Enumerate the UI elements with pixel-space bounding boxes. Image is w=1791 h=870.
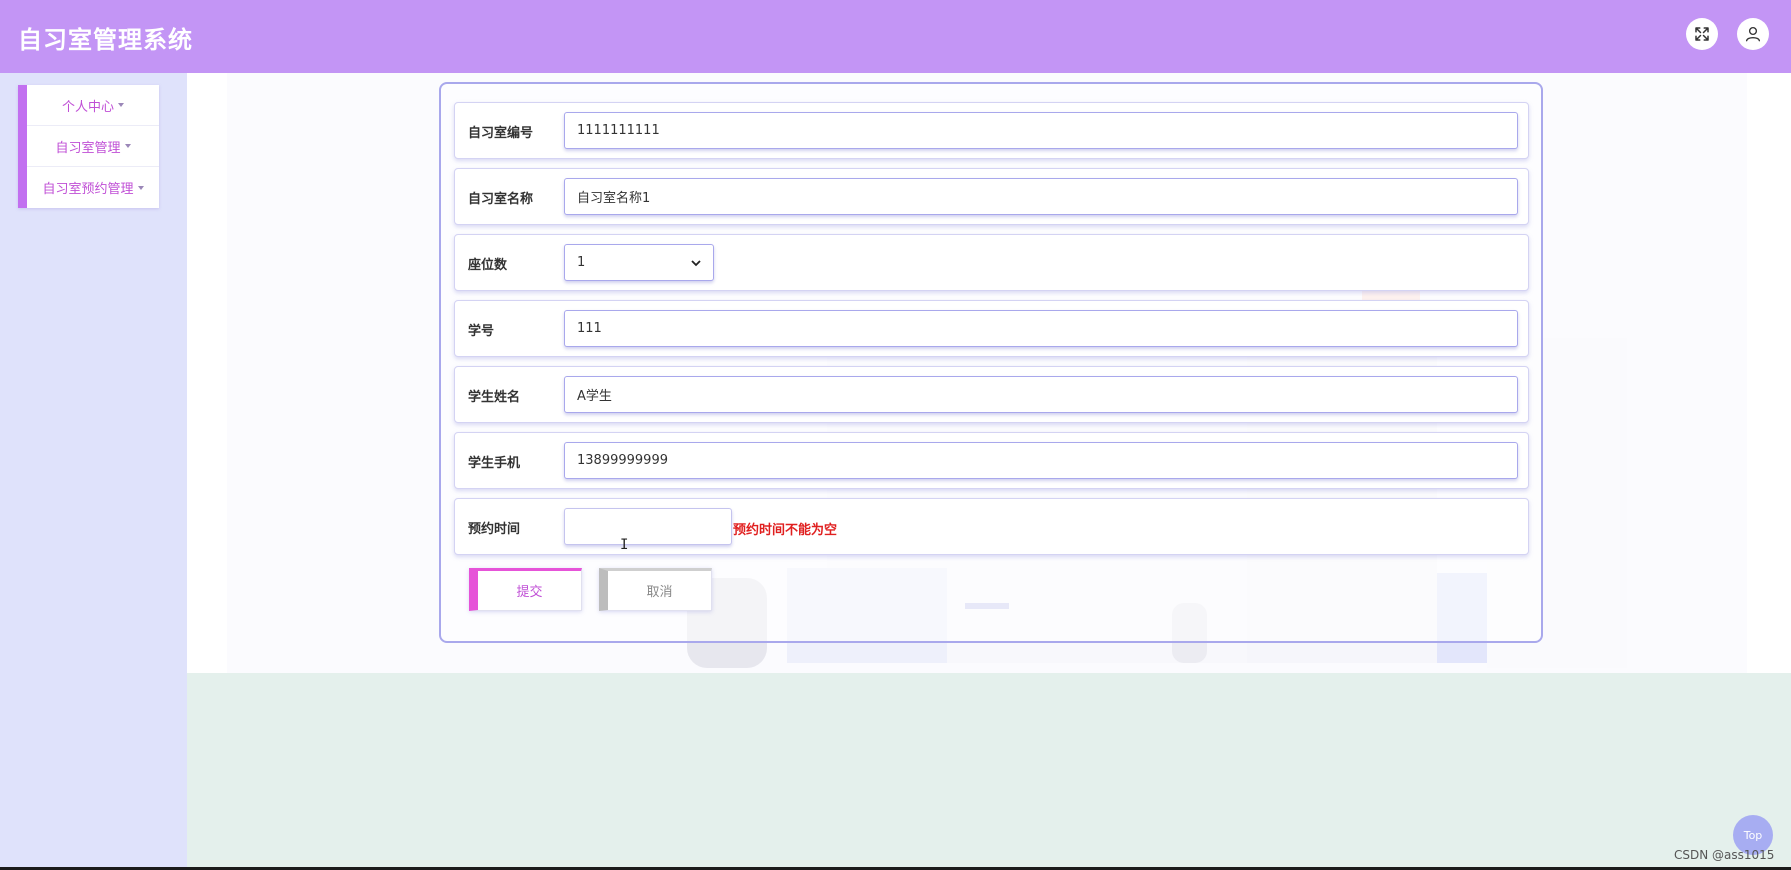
select-value: 1 (577, 255, 586, 270)
sidebar-item-personal-center[interactable]: 个人中心 (27, 85, 159, 126)
user-icon (1745, 26, 1761, 42)
field-label: 座位数 (468, 258, 508, 273)
watermark: CSDN @ass1015 (1674, 848, 1775, 862)
form-row-room-name: 自习室名称 (454, 168, 1529, 225)
field-label: 自习室编号 (468, 126, 534, 141)
main-content: 自习室编号 自习室名称 座位数 1 学号 学生姓名 学生手机 (187, 73, 1791, 870)
caret-down-icon (118, 103, 124, 107)
student-phone-input[interactable] (564, 442, 1518, 479)
sidebar-item-study-room-management[interactable]: 自习室管理 (27, 126, 159, 167)
room-number-input[interactable] (564, 112, 1518, 149)
validation-error-message: 预约时间不能为空 (733, 523, 838, 538)
top-navbar: 自习室管理系统 (0, 0, 1791, 73)
field-label: 学号 (468, 324, 495, 339)
user-profile-button[interactable] (1737, 18, 1769, 50)
student-id-input[interactable] (564, 310, 1518, 347)
form-row-student-id: 学号 (454, 300, 1529, 357)
sidebar: 个人中心 自习室管理 自习室预约管理 (0, 73, 187, 870)
sidebar-item-reservation-management[interactable]: 自习室预约管理 (27, 167, 159, 208)
caret-down-icon (124, 144, 131, 148)
sidebar-item-label: 自习室预约管理 (42, 182, 134, 197)
student-name-input[interactable] (564, 376, 1518, 413)
expand-icon (1695, 27, 1709, 41)
reservation-time-input[interactable] (564, 508, 732, 545)
footer-area (187, 673, 1791, 870)
sidebar-menu: 个人中心 自习室管理 自习室预约管理 (18, 85, 159, 208)
field-label: 预约时间 (468, 522, 521, 537)
cancel-button[interactable]: 取消 (599, 568, 712, 611)
room-name-input[interactable] (564, 178, 1518, 215)
submit-button[interactable]: 提交 (469, 568, 582, 611)
text-cursor-icon: I (620, 537, 629, 553)
form-row-student-phone: 学生手机 (454, 432, 1529, 489)
form-row-seat-count: 座位数 1 (454, 234, 1529, 291)
form-row-room-number: 自习室编号 (454, 102, 1529, 159)
sidebar-item-label: 自习室管理 (55, 140, 121, 156)
form-row-student-name: 学生姓名 (454, 366, 1529, 423)
fullscreen-button[interactable] (1686, 18, 1718, 50)
seat-count-select[interactable]: 1 (564, 244, 714, 281)
sidebar-item-label: 个人中心 (61, 99, 114, 115)
caret-down-icon (137, 185, 144, 190)
form-row-reservation-time: 预约时间 I 预约时间不能为空 (454, 498, 1529, 555)
field-label: 自习室名称 (468, 192, 534, 207)
field-label: 学生手机 (468, 456, 521, 471)
reservation-form: 自习室编号 自习室名称 座位数 1 学号 学生姓名 学生手机 (439, 82, 1543, 643)
field-label: 学生姓名 (468, 390, 521, 405)
chevron-down-icon (691, 259, 701, 266)
app-title: 自习室管理系统 (18, 26, 193, 54)
